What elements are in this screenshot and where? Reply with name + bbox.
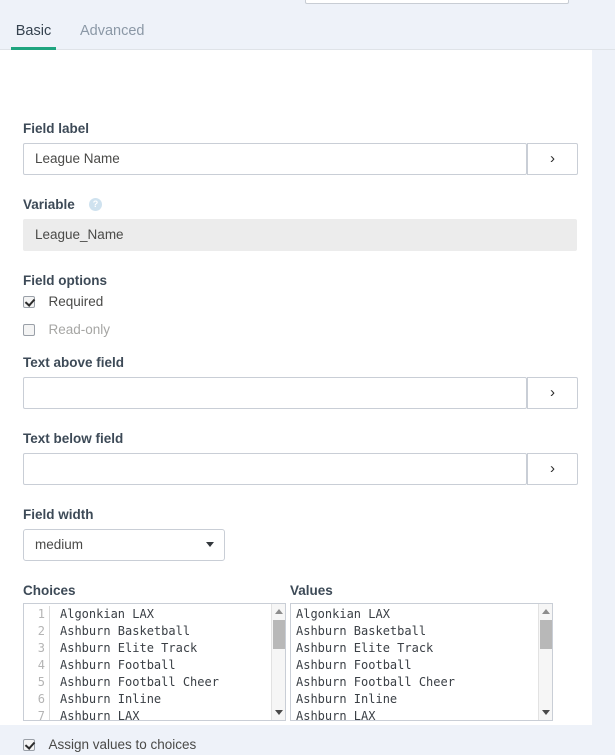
choices-text[interactable]: Algonkian LAX Ashburn Basketball Ashburn… — [60, 606, 219, 720]
values-heading: Values — [290, 583, 333, 598]
readonly-checkbox[interactable] — [23, 324, 35, 336]
assign-values-checkbox-row[interactable]: Assign values to choices — [23, 737, 196, 755]
field-label-heading: Field label — [23, 121, 89, 136]
tab-basic[interactable]: Basic — [11, 18, 56, 50]
field-width-value: medium — [35, 537, 83, 552]
scrollbar-thumb[interactable] — [273, 620, 285, 649]
required-checkbox-row[interactable]: Required — [23, 294, 103, 312]
values-listbox[interactable]: Algonkian LAX Ashburn Basketball Ashburn… — [290, 603, 553, 721]
field-label-expand-button[interactable]: › — [527, 143, 578, 175]
values-code-area[interactable]: Algonkian LAX Ashburn Basketball Ashburn… — [291, 604, 538, 720]
choices-heading: Choices — [23, 583, 76, 598]
help-icon[interactable]: ? — [89, 198, 102, 211]
scroll-down-icon[interactable] — [275, 710, 283, 715]
partial-input-above[interactable] — [305, 0, 569, 4]
readonly-label: Read-only — [48, 322, 110, 337]
text-below-field-expand-button[interactable]: › — [527, 453, 578, 485]
text-above-field-heading: Text above field — [23, 355, 124, 370]
assign-values-checkbox[interactable] — [23, 739, 35, 751]
tab-advanced[interactable]: Advanced — [76, 18, 149, 50]
chevron-down-icon — [206, 542, 214, 547]
settings-panel: Field label League Name › Variable ? Lea… — [0, 50, 592, 725]
choices-line-numbers: 1 2 3 4 5 6 7 — [24, 606, 50, 720]
variable-input[interactable]: League_Name — [23, 219, 577, 251]
text-above-field-expand-button[interactable]: › — [527, 377, 578, 409]
values-text[interactable]: Algonkian LAX Ashburn Basketball Ashburn… — [296, 606, 455, 720]
choices-listbox[interactable]: 1 2 3 4 5 6 7 Algonkian LAX Ashburn Bask… — [23, 603, 286, 721]
text-above-field-input[interactable] — [23, 377, 527, 409]
text-below-field-input[interactable] — [23, 453, 527, 485]
readonly-checkbox-row[interactable]: Read-only — [23, 322, 110, 340]
values-scrollbar[interactable] — [538, 604, 552, 720]
field-label-input[interactable]: League Name — [23, 143, 527, 175]
field-width-heading: Field width — [23, 507, 94, 522]
scroll-down-icon[interactable] — [542, 710, 550, 715]
scroll-up-icon[interactable] — [275, 609, 283, 614]
variable-heading: Variable — [23, 197, 75, 212]
required-label: Required — [48, 294, 103, 309]
text-below-field-heading: Text below field — [23, 431, 123, 446]
scroll-up-icon[interactable] — [542, 609, 550, 614]
scrollbar-thumb[interactable] — [540, 620, 552, 649]
choices-code-area[interactable]: 1 2 3 4 5 6 7 Algonkian LAX Ashburn Bask… — [24, 604, 271, 720]
field-width-select[interactable]: medium — [23, 529, 225, 561]
assign-values-label: Assign values to choices — [48, 737, 196, 752]
required-checkbox[interactable] — [23, 296, 35, 308]
tab-bar: Basic Advanced — [0, 18, 615, 50]
choices-scrollbar[interactable] — [271, 604, 285, 720]
field-options-heading: Field options — [23, 273, 107, 288]
